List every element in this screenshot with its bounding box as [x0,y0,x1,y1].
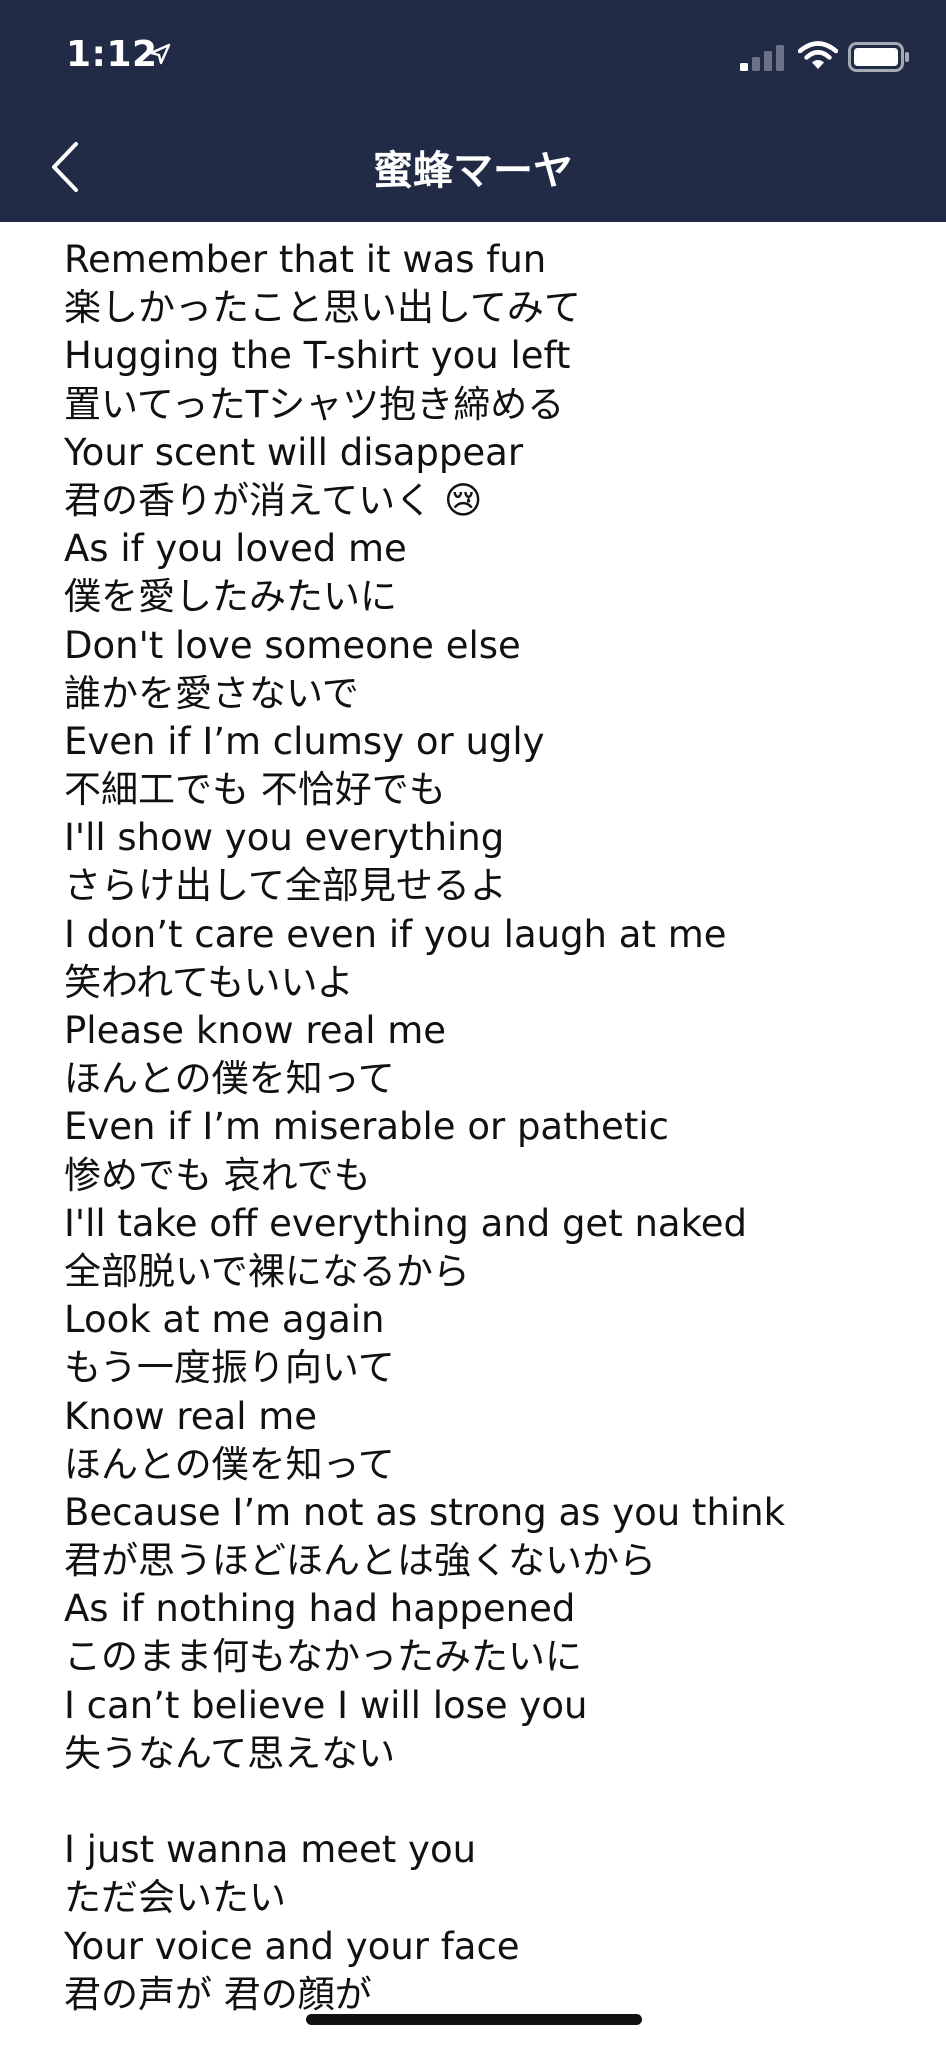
lyric-line: 君の声が 君の顔が [64,1972,372,2016]
status-time: 1:12 [66,34,158,75]
lyric-line: I just wanna meet you [64,1828,477,1872]
page-title: 蜜蜂マーヤ [373,148,573,194]
lyric-line: Remember that it was fun [64,238,547,281]
lyric-line: Your scent will disappear [64,430,524,474]
lyric-line: Please know real me [64,1009,447,1052]
lyric-line: 笑われてもいいよ [64,960,354,1004]
lyric-line: Because I’m not as strong as you think [64,1490,786,1534]
lyric-line: Don't love someone else [64,623,521,667]
lyric-line: 僕を愛したみたいに [64,575,397,619]
lyric-line: As if nothing had happened [64,1587,576,1631]
lyric-line: 誰かを愛さないで [64,671,359,715]
lyric-line: As if you loved me [64,527,407,571]
lyric-line: さらけ出して全部見せるよ [64,864,507,908]
lyric-line: ほんとの僕を知って [64,1442,395,1486]
location-arrow-icon [149,43,171,65]
lyric-line: 楽しかったこと思い出してみて [64,286,581,330]
battery-icon [848,42,909,72]
lyric-line: 不細工でも 不恰好でも [64,768,446,812]
lyric-line: Your voice and your face [64,1924,520,1968]
cellular-signal-icon [740,45,784,71]
lyric-line: 惨めでも 哀れでも [64,1153,371,1197]
lyric-line: I can’t believe I will lose you [64,1683,588,1727]
lyric-line: ほんとの僕を知って [64,1057,395,1101]
lyric-line: このまま何もなかったみたいに [64,1635,582,1679]
lyric-line: I'll show you everything [64,816,505,860]
lyrics-text: Remember that it was fun 楽しかったこと思い出してみて Hu… [64,236,924,2019]
home-indicator [306,2014,642,2025]
wifi-icon [798,41,838,69]
lyric-line: ただ会いたい [64,1876,286,1920]
lyric-line: 君の香りが消えていく 😢 [64,478,483,522]
lyric-line: Even if I’m clumsy or ugly [64,719,545,763]
lyric-line: I don’t care even if you laugh at me [64,912,727,956]
nav-header: 1:12 蜜蜂マーヤ [0,0,946,222]
lyric-line: 君が思うほどほんとは強くないから [64,1539,656,1583]
lyric-line: Look at me again [64,1298,385,1342]
lyric-line [64,1778,924,1826]
lyric-line: Hugging the T-shirt you left [64,334,571,378]
lyric-line: Know real me [64,1394,318,1438]
lyric-line: 全部脱いで裸になるから [64,1249,470,1293]
lyric-line: I'll take off everything and get naked [64,1201,747,1245]
lyric-line: もう一度振り向いて [64,1346,395,1390]
lyric-line: 置いてったTシャツ抱き締める [64,382,565,426]
lyric-line: 失うなんて思えない [64,1731,396,1775]
lyric-line: Even if I’m miserable or pathetic [64,1105,669,1149]
